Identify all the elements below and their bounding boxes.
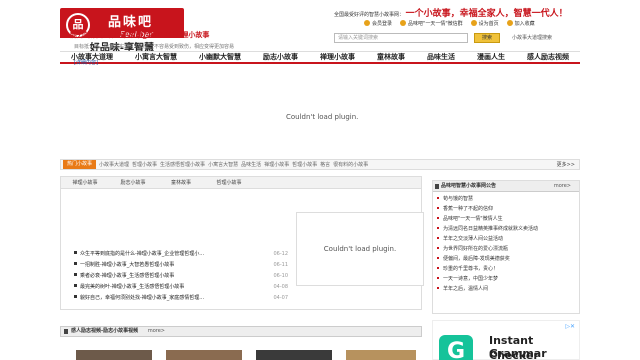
video-thumbnail[interactable] xyxy=(346,350,416,360)
category-strip: 热门小故事 小故事大道理 哲理小故事 生活感悟哲理小故事 小寓言大智慧 品味生活… xyxy=(60,159,580,170)
top-links: 会员登录 品味吧"一天一情"微信群 设为首页 加入收藏 xyxy=(364,20,535,27)
category-more-link[interactable]: 更多>> xyxy=(557,161,575,168)
search-extra-link[interactable]: 小故事大道理搜索 xyxy=(512,34,552,41)
member-login-link[interactable]: 会员登录 xyxy=(364,20,392,27)
video-section-more-link[interactable]: more> xyxy=(148,328,165,334)
announcement-panel: 品味吧智慧小故事网公告 more> 苟与饿的智慧 香蕉一种了不起的信仰 品味吧"… xyxy=(432,180,580,314)
category-link[interactable]: 品味生活 xyxy=(241,161,261,168)
list-item[interactable]: 一招制胜-禅理小故事_大智若愚哲理小故事 06-11 xyxy=(74,259,288,270)
nav-item[interactable]: 小寓言大智慧 xyxy=(135,52,177,62)
story-tabs: 禅理小故事 励志小故事 童林故事 哲理小故事 xyxy=(61,177,421,189)
star-icon xyxy=(506,20,513,26)
list-item[interactable]: 众生平等到底指的是什么-禅理小故事_企业管理哲理小... 06-12 xyxy=(74,248,288,259)
tagline-small: 全国最受好评的智慧小故事网： xyxy=(334,12,405,18)
home-icon xyxy=(470,20,477,26)
category-link[interactable]: 格言 xyxy=(320,161,330,168)
category-link[interactable]: 小寓言大智慧 xyxy=(208,161,238,168)
nav-item[interactable]: 励志小故事 xyxy=(263,52,298,62)
announcement-item[interactable]: 便偏间，最后障-发现美德获奖 xyxy=(437,254,575,264)
announcement-item[interactable]: 珍重的千里尊书，贵心！ xyxy=(437,264,575,274)
tagline-big: 一个小故事，幸福全家人，智慧一代人！ xyxy=(405,9,568,19)
logo-cn-text: 品味吧 xyxy=(108,15,154,30)
plugin-placeholder: Couldn't load plugin. xyxy=(296,212,424,286)
list-item[interactable]: 最完美的树叶-禅理小故事_生活感悟哲理小故事 04-08 xyxy=(74,281,288,292)
category-link[interactable]: 哲理小故事 xyxy=(292,161,317,168)
announcement-item[interactable]: 羊年之后，温情人间 xyxy=(437,284,575,294)
announcement-item[interactable]: 苟与饿的智慧 xyxy=(437,194,575,204)
video-thumbnail[interactable] xyxy=(166,350,242,360)
announcement-more-link[interactable]: more> xyxy=(554,181,571,192)
add-favorite-link[interactable]: 加入收藏 xyxy=(506,20,535,27)
announcement-item[interactable]: 为清远同名日益精英推事终成就默义卖活动 xyxy=(437,224,575,234)
search-input[interactable]: 请输入关键词搜索 xyxy=(334,33,468,43)
ad-headline-2: Checker xyxy=(489,349,539,360)
user-icon xyxy=(364,20,370,26)
set-homepage-link[interactable]: 设为首页 xyxy=(470,20,499,27)
plugin-error-banner: Couldn't load plugin. xyxy=(286,113,359,121)
nav-item[interactable]: 品味生活 xyxy=(427,52,455,62)
nav-item[interactable]: 漫画人生 xyxy=(477,52,505,62)
announcement-list: 苟与饿的智慧 香蕉一种了不起的信仰 品味吧"一天一情"微情人生 为清远同名日益精… xyxy=(433,192,579,296)
hot-stories-label[interactable]: 热门小故事 xyxy=(63,160,97,169)
video-thumbnail[interactable] xyxy=(256,350,332,360)
category-link[interactable]: 生活感悟哲理小故事 xyxy=(160,161,205,168)
nav-item[interactable]: 禅理小故事 xyxy=(320,52,355,62)
wechat-icon xyxy=(400,20,407,26)
announcement-item[interactable]: 羊年之交淡薄人间公益活动 xyxy=(437,234,575,244)
nav-item[interactable]: 感人励志视频 xyxy=(527,52,569,62)
grammar-ad[interactable]: G Instant Grammar Checker ▷✕ xyxy=(432,320,580,360)
featured-story-summary: 目标抵一些，能掌握实现，人的勇气不容易受到致伤，相应变得更加容易 xyxy=(74,44,235,50)
nav-item[interactable]: 小幽默大智慧 xyxy=(199,52,241,62)
category-link[interactable]: 禅理小故事 xyxy=(264,161,289,168)
search-button[interactable]: 搜索 xyxy=(474,33,500,43)
announcement-item[interactable]: 香蕉一种了不起的信仰 xyxy=(437,204,575,214)
video-thumbnail[interactable] xyxy=(76,350,152,360)
grammarly-logo-icon: G xyxy=(439,335,473,360)
list-item[interactable]: 貌好自己，幸福何须别处找-禅理小故事_家庭感情哲理... 04-07 xyxy=(74,292,288,303)
category-link[interactable]: 小故事大道理 xyxy=(99,161,129,168)
wechat-group-link[interactable]: 品味吧"一天一情"微信群 xyxy=(400,20,463,27)
nav-item[interactable]: 童林故事 xyxy=(377,52,405,62)
category-link[interactable]: 很有料的小故事 xyxy=(333,161,368,168)
story-list: 众生平等到底指的是什么-禅理小故事_企业管理哲理小... 06-12 一招制胜-禅… xyxy=(74,248,288,303)
announcement-item[interactable]: 为世界同好所在的爱心漂流瓶 xyxy=(437,244,575,254)
main-nav: 小故事大道理 小寓言大智慧 小幽默大智慧 励志小故事 禅理小故事 童林故事 品味… xyxy=(60,51,580,64)
featured-story-title[interactable]: 能力的磨练-禅理小故事_企业管理哲理小故事 xyxy=(70,30,209,40)
tab-inspiration-stories[interactable]: 励志小故事 xyxy=(109,177,157,188)
video-section-header: 感人励志视频-励志小故事视频 more> xyxy=(60,326,422,337)
announcement-item[interactable]: 一天一诗意，中国少年梦 xyxy=(437,274,575,284)
tab-zen-stories[interactable]: 禅理小故事 xyxy=(61,177,109,188)
category-link[interactable]: 哲理小故事 xyxy=(132,161,157,168)
announcement-header: 品味吧智慧小故事网公告 more> xyxy=(433,181,579,192)
ad-choices-icon[interactable]: ▷✕ xyxy=(565,323,575,330)
tab-philosophy-stories[interactable]: 哲理小故事 xyxy=(205,177,253,188)
tab-tonglin-stories[interactable]: 童林故事 xyxy=(157,177,205,188)
video-section-title: 感人励志视频-励志小故事视频 xyxy=(71,328,139,334)
header-tagline: 全国最受好评的智慧小故事网： 一个小故事，幸福全家人，智慧一代人！ xyxy=(334,6,568,19)
list-item[interactable]: 乘者必衰-禅理小故事_生活感悟哲理小故事 06-10 xyxy=(74,270,288,281)
featured-story-more-link[interactable]: [详细内容] xyxy=(74,59,98,66)
page: 品 品味吧 Feel-bar 好品味-享智慧 全国最受好评的智慧小故事网： 一个… xyxy=(0,0,640,360)
announcement-item[interactable]: 品味吧"一天一情"微情人生 xyxy=(437,214,575,224)
